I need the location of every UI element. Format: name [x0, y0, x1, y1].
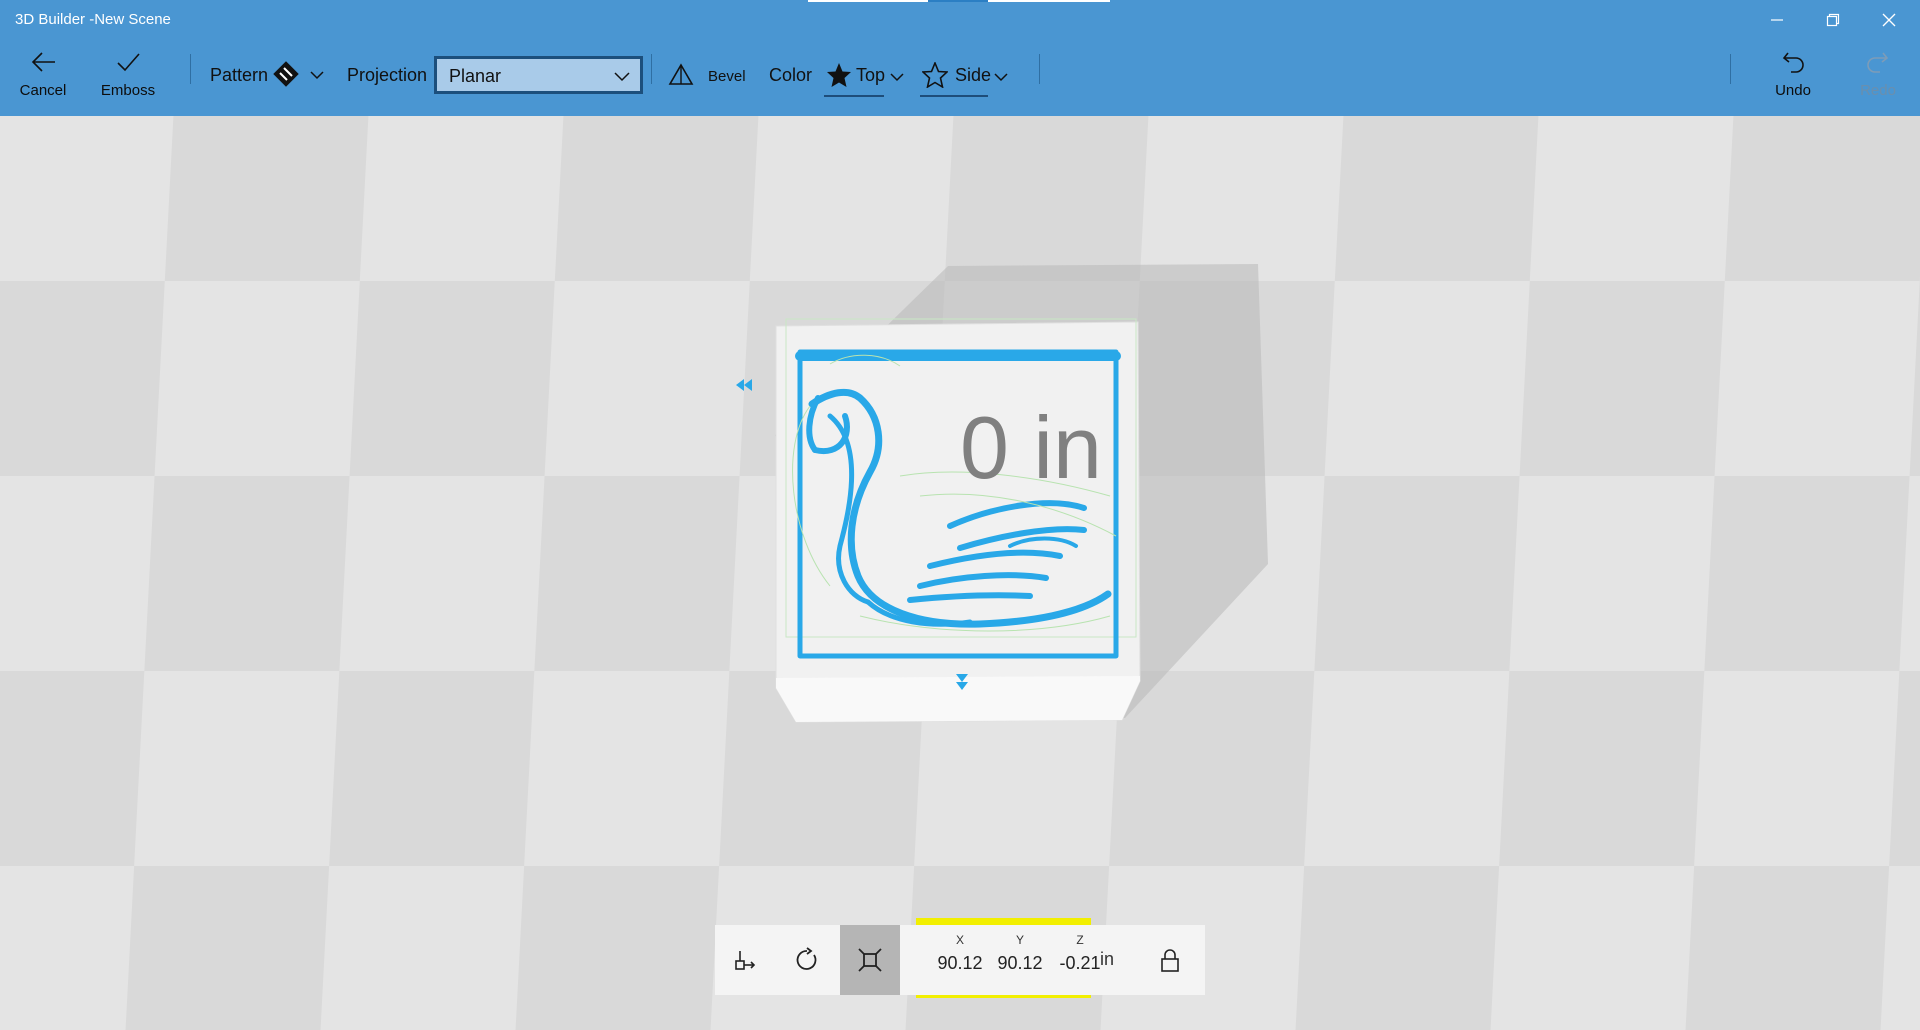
star-outline-icon — [922, 62, 948, 88]
top-color-swatch — [824, 95, 884, 97]
chevron-down-icon — [614, 72, 630, 82]
move-tool-button[interactable] — [715, 925, 775, 995]
top-label: Top — [856, 65, 886, 85]
close-button[interactable] — [1866, 0, 1912, 40]
cancel-label: Cancel — [19, 82, 67, 99]
toolbar-divider — [190, 54, 191, 84]
z-axis-label: Z — [1076, 933, 1084, 947]
pattern-label: Pattern — [210, 65, 269, 85]
unit-selector[interactable]: in — [1100, 949, 1114, 970]
bevel-label: Bevel — [708, 68, 746, 85]
scale-tool-button[interactable] — [840, 925, 900, 995]
restore-button[interactable] — [1810, 0, 1856, 40]
redo-icon — [1867, 52, 1889, 73]
emboss-label: Emboss — [100, 82, 156, 99]
top-color-dropdown[interactable]: Top — [826, 60, 906, 94]
projection-value: Planar — [449, 66, 502, 86]
undo-label: Undo — [1775, 82, 1811, 99]
z-size-field[interactable]: Z -0.21 — [1020, 925, 1100, 995]
undo-icon — [1782, 52, 1804, 73]
bevel-button[interactable] — [668, 62, 694, 88]
rotate-tool-button[interactable] — [777, 925, 837, 995]
chevron-down-icon — [994, 73, 1008, 82]
transform-bar: X 90.12 Y 90.12 Z -0.21 in — [715, 925, 1205, 995]
projection-select[interactable]: Planar — [434, 56, 643, 94]
rotate-icon — [796, 947, 817, 970]
projection-label: Projection — [347, 65, 428, 85]
color-label: Color — [769, 65, 813, 85]
emboss-toolbar: Cancel Emboss Pattern Projection Planar … — [0, 40, 1920, 116]
back-arrow-icon — [31, 52, 55, 72]
side-color-dropdown[interactable]: Side — [922, 60, 1012, 94]
star-filled-icon — [827, 63, 851, 87]
chevron-down-icon — [890, 73, 904, 82]
redo-label: Redo — [1860, 82, 1896, 99]
title-bar: 3D Builder -New Scene — [0, 0, 1920, 40]
toolbar-divider — [1039, 54, 1040, 84]
scale-icon — [858, 948, 882, 972]
window-title: 3D Builder -New Scene — [15, 11, 171, 28]
restore-icon — [1826, 13, 1840, 27]
checkmark-icon — [117, 53, 140, 72]
pattern-dropdown[interactable] — [270, 58, 326, 92]
y-size-field[interactable]: Y 90.12 — [960, 925, 1042, 995]
side-label: Side — [955, 65, 992, 85]
lock-icon — [1161, 949, 1179, 972]
title-accent — [928, 0, 988, 2]
x-size-field[interactable]: X 90.12 — [900, 925, 982, 995]
bevel-icon — [668, 63, 694, 85]
toolbar-divider — [1730, 54, 1731, 84]
undo-button[interactable]: Undo — [1768, 48, 1818, 99]
title-accent — [808, 0, 928, 2]
3d-viewport[interactable]: 0 in — [0, 116, 1920, 1030]
depth-readout: 0 in — [960, 398, 1102, 497]
chevron-down-icon — [310, 71, 324, 80]
close-icon — [1882, 13, 1896, 27]
side-color-swatch — [920, 95, 988, 97]
toolbar-divider — [651, 54, 652, 84]
pattern-fill-icon — [273, 61, 299, 87]
redo-button[interactable]: Redo — [1853, 48, 1903, 99]
lock-proportions-button[interactable] — [1140, 925, 1200, 995]
minimize-icon — [1771, 19, 1783, 21]
cancel-button[interactable]: Cancel — [18, 48, 68, 99]
title-accent — [988, 0, 1110, 2]
emboss-button[interactable]: Emboss — [100, 48, 156, 99]
minimize-button[interactable] — [1754, 0, 1800, 40]
move-icon — [735, 951, 756, 970]
scene-canvas: 0 in — [0, 116, 1920, 1030]
